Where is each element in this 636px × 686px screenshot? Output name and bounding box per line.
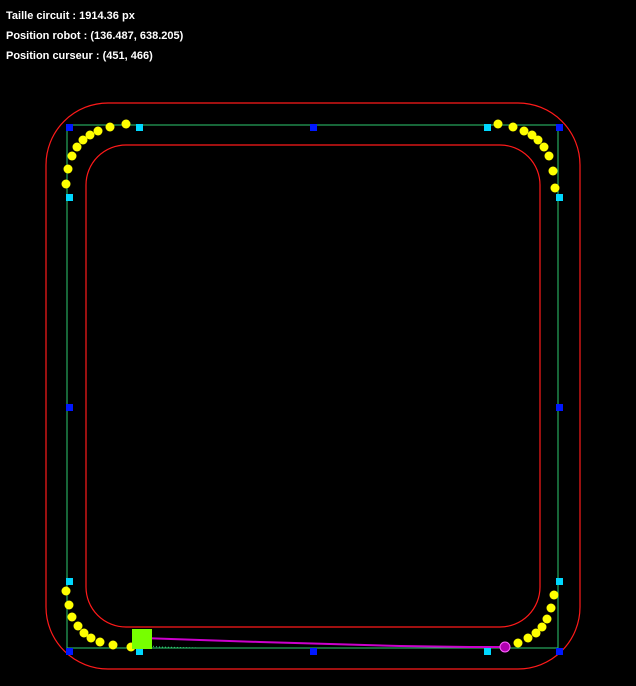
handle-point[interactable] [66, 194, 73, 201]
handle-points [66, 124, 563, 655]
corner-marker [64, 600, 74, 610]
track-outer-border [45, 102, 581, 670]
robot-position-readout: Position robot : (136.487, 638.205) [6, 30, 183, 42]
corner-marker [550, 183, 560, 193]
corner-marker [105, 122, 115, 132]
robot-position-value: (136.487, 638.205) [90, 30, 184, 42]
cursor-position-readout: Position curseur : (451, 466) [6, 50, 153, 62]
handle-point[interactable] [136, 648, 143, 655]
control-point[interactable] [556, 648, 563, 655]
corner-marker [544, 151, 554, 161]
control-point[interactable] [66, 404, 73, 411]
control-point[interactable] [310, 124, 317, 131]
control-point[interactable] [66, 124, 73, 131]
corner-marker [548, 166, 558, 176]
corner-marker [508, 122, 518, 132]
handle-point[interactable] [556, 194, 563, 201]
track-length-readout: Taille circuit : 1914.36 px [6, 10, 135, 22]
track-centerline [66, 124, 559, 649]
corner-marker [73, 621, 83, 631]
track-length-value: 1914.36 px [79, 10, 135, 22]
corner-marker [63, 164, 73, 174]
handle-point[interactable] [484, 124, 491, 131]
planned-path [141, 637, 505, 648]
corner-marker [513, 638, 523, 648]
square-robot-icon[interactable] [132, 629, 152, 649]
control-point[interactable] [556, 124, 563, 131]
corner-marker [519, 126, 529, 136]
track-canvas[interactable] [0, 0, 636, 686]
corner-marker [542, 614, 552, 624]
cursor-position-value: (451, 466) [102, 50, 153, 62]
corner-marker [78, 135, 88, 145]
control-points [66, 124, 563, 655]
control-point[interactable] [556, 404, 563, 411]
robot-position-label: Position robot : [6, 30, 88, 42]
corner-marker [72, 142, 82, 152]
control-point[interactable] [66, 648, 73, 655]
handle-point[interactable] [556, 578, 563, 585]
corner-marker [67, 612, 77, 622]
control-point[interactable] [310, 648, 317, 655]
corner-marker [108, 640, 118, 650]
handle-point[interactable] [66, 578, 73, 585]
corner-marker [67, 151, 77, 161]
corner-markers [61, 119, 560, 652]
corner-marker [493, 119, 503, 129]
corner-marker [546, 603, 556, 613]
corner-marker [523, 633, 533, 643]
handle-point[interactable] [136, 124, 143, 131]
corner-marker [121, 119, 131, 129]
corner-marker [549, 590, 559, 600]
circle-target-icon[interactable] [499, 641, 511, 653]
track-length-label: Taille circuit : [6, 10, 77, 22]
cursor-position-label: Position curseur : [6, 50, 100, 62]
simulation-window: Taille circuit : 1914.36 px Position rob… [0, 0, 636, 686]
corner-marker [61, 179, 71, 189]
corner-marker [537, 622, 547, 632]
track-inner-border [85, 144, 541, 628]
corner-marker [86, 633, 96, 643]
corner-marker [95, 637, 105, 647]
corner-marker [93, 126, 103, 136]
corner-marker [539, 142, 549, 152]
handle-point[interactable] [484, 648, 491, 655]
corner-marker [61, 586, 71, 596]
corner-marker [533, 135, 543, 145]
